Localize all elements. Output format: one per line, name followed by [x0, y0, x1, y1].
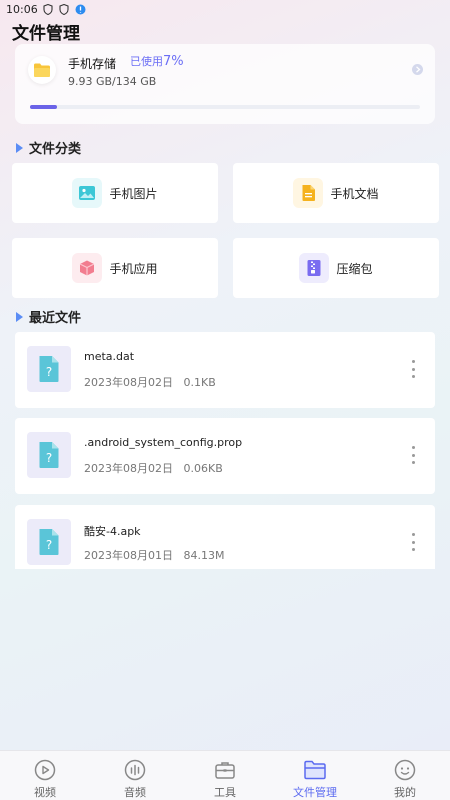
file-name: .android_system_config.prop: [84, 436, 243, 449]
page-title: 文件管理: [12, 24, 80, 44]
storage-used-label: 已使用: [130, 55, 163, 68]
storage-size: 9.93 GB/134 GB: [68, 75, 157, 88]
shield-icon: [43, 3, 54, 15]
file-name: 酷安-4.apk: [84, 525, 141, 538]
storage-progress-fill: [30, 105, 58, 109]
unknown-file-icon: ?: [27, 432, 71, 478]
category-label: 压缩包: [336, 261, 373, 276]
file-meta: 2023年08月02日 0.1KB: [84, 374, 216, 390]
categories-section-title: 文件分类: [16, 138, 81, 157]
toolbox-icon: [213, 758, 237, 781]
svg-text:?: ?: [46, 538, 52, 552]
tab-tools[interactable]: 工具: [180, 751, 270, 800]
profile-face-icon: [393, 758, 417, 781]
unknown-file-icon: ?: [27, 346, 71, 392]
file-meta: 2023年08月01日 84.13M: [84, 547, 224, 563]
tab-profile[interactable]: 我的: [360, 751, 450, 800]
folder-icon: [303, 758, 327, 781]
recent-file-item[interactable]: ? .android_system_config.prop 2023年08月02…: [15, 418, 435, 494]
svg-text:?: ?: [46, 451, 52, 465]
file-date: 2023年08月02日: [84, 376, 173, 389]
tab-audio[interactable]: 音频: [90, 751, 180, 800]
unknown-file-icon: ?: [27, 519, 71, 565]
more-options-icon[interactable]: [411, 446, 415, 464]
file-meta: 2023年08月02日 0.06KB: [84, 460, 223, 476]
tab-label: 我的: [394, 786, 416, 799]
image-icon: [72, 178, 103, 208]
tab-label: 音频: [124, 786, 146, 799]
tab-video[interactable]: 视频: [0, 751, 90, 800]
category-archives[interactable]: 压缩包: [233, 238, 439, 298]
category-documents[interactable]: 手机文档: [233, 163, 439, 223]
categories-title-text: 文件分类: [29, 142, 82, 157]
svg-text:?: ?: [46, 365, 52, 379]
file-size: 0.06KB: [183, 462, 223, 475]
tab-file-manager[interactable]: 文件管理: [270, 751, 360, 800]
category-label: 手机应用: [109, 261, 158, 276]
folder-icon: [28, 56, 56, 84]
file-date: 2023年08月01日: [84, 549, 173, 562]
category-label: 手机图片: [109, 186, 158, 201]
file-date: 2023年08月02日: [84, 462, 173, 475]
storage-name: 手机存储: [68, 57, 117, 71]
zip-icon: [299, 253, 330, 283]
video-play-icon: [33, 758, 57, 781]
file-name: meta.dat: [84, 350, 135, 363]
more-options-icon[interactable]: [411, 360, 415, 378]
recent-title-text: 最近文件: [29, 311, 82, 326]
recent-file-item[interactable]: ? 酷安-4.apk 2023年08月01日 84.13M: [15, 505, 435, 569]
tab-label: 文件管理: [293, 786, 337, 799]
app-cube-icon: [72, 253, 103, 283]
file-size: 84.13M: [183, 549, 225, 562]
status-bar: 10:06: [0, 0, 450, 18]
section-marker-icon: [16, 311, 23, 322]
category-label: 手机文档: [330, 186, 379, 201]
recent-section-title: 最近文件: [16, 307, 81, 326]
category-images[interactable]: 手机图片: [12, 163, 218, 223]
recent-file-item[interactable]: ? meta.dat 2023年08月02日 0.1KB: [15, 332, 435, 408]
bottom-tab-bar: 视频 音频 工具 文件管理 我的: [0, 750, 450, 800]
chevron-right-icon[interactable]: [412, 64, 423, 75]
file-size: 0.1KB: [183, 376, 216, 389]
section-marker-icon: [16, 142, 23, 153]
category-apps[interactable]: 手机应用: [12, 238, 218, 298]
tab-label: 视频: [34, 786, 56, 799]
storage-progress-bar: [30, 105, 420, 109]
notification-dot-icon: [75, 4, 86, 15]
storage-card[interactable]: 手机存储 已使用7% 9.93 GB/134 GB: [15, 44, 435, 124]
shield-icon: [59, 3, 70, 15]
document-icon: [293, 178, 324, 208]
more-options-icon[interactable]: [411, 533, 415, 551]
tab-label: 工具: [214, 786, 236, 799]
status-time: 10:06: [6, 2, 38, 16]
audio-bars-icon: [123, 758, 147, 781]
storage-used: 已使用7%: [130, 53, 184, 69]
storage-used-percent: 7%: [163, 54, 184, 69]
